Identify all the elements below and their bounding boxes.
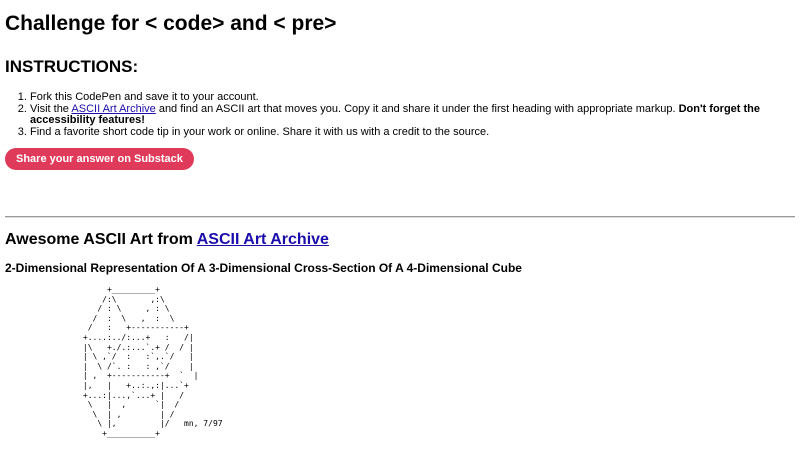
art-subtitle: 2-Dimensional Representation Of A 3-Dime… [5, 261, 522, 275]
instruction-item-2-text: and find an ASCII art that moves you. Co… [155, 102, 679, 115]
section-divider [5, 216, 795, 218]
art-section-heading: Awesome ASCII Art from ASCII Art Archive [5, 230, 329, 250]
page: Challenge for < code> and < pre> INSTRUC… [0, 0, 800, 450]
instruction-item-2-prefix: Visit the [30, 102, 72, 115]
share-substack-button[interactable]: Share your answer on Substack [5, 148, 194, 170]
art-archive-heading-link[interactable]: ASCII Art Archive [197, 231, 329, 248]
ascii-art-block: +_________+ /:\ ,:\ / : \ , : \ / : \ , … [82, 285, 223, 438]
instruction-item-3: Find a favorite short code tip in your w… [30, 126, 795, 139]
ascii-archive-link[interactable]: ASCII Art Archive [71, 103, 155, 115]
instructions-heading: INSTRUCTIONS: [5, 57, 139, 76]
instruction-item-2: Visit the ASCII Art Archive and find an … [30, 102, 795, 127]
instructions-list: Fork this CodePen and save it to your ac… [5, 91, 795, 139]
art-heading-text: Awesome ASCII Art from [5, 231, 197, 248]
page-title: Challenge for < code> and < pre> [5, 12, 337, 35]
